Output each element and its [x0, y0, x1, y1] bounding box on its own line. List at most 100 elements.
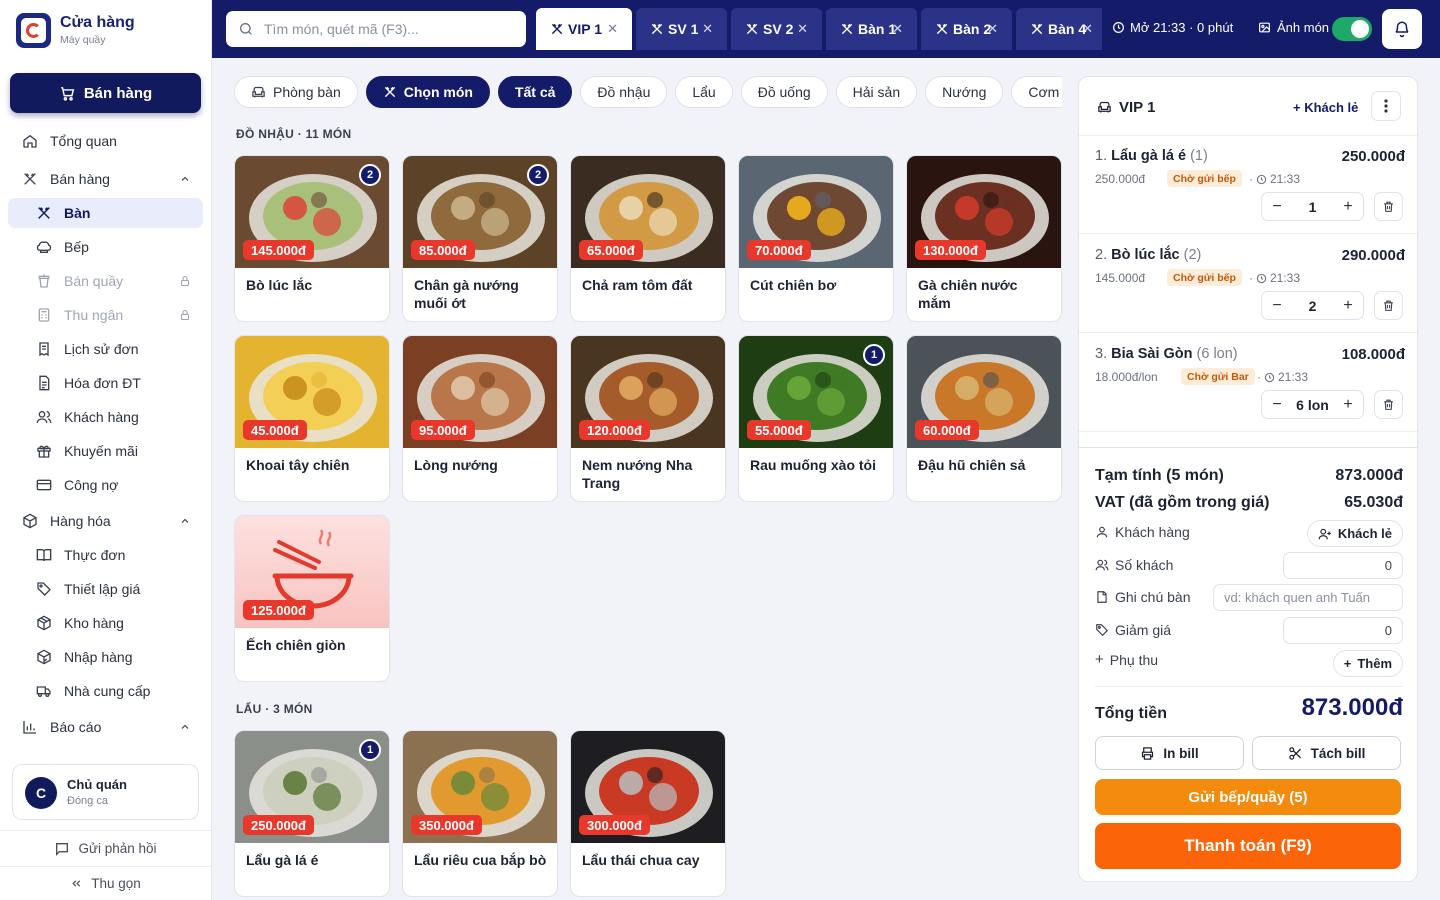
- dish-name: Lẩu riêu cua bắp bò: [414, 852, 547, 868]
- tab-sv-2[interactable]: SV 2 ✕: [731, 8, 822, 50]
- category-rice-noodles-chip[interactable]: Cơm · Mì ·: [1011, 76, 1062, 108]
- sell-button[interactable]: Bán hàng: [10, 73, 201, 113]
- print-bill-button[interactable]: In bill: [1095, 736, 1244, 770]
- chevron-up-icon: [179, 173, 191, 185]
- decrease-button[interactable]: −: [1262, 297, 1292, 315]
- more-options-icon[interactable]: [1371, 91, 1401, 121]
- menu-item-card[interactable]: 250.000đ 1 Lẩu gà lá é: [234, 730, 390, 897]
- split-label: Tách bill: [1310, 745, 1366, 761]
- sidebar-item-tables[interactable]: Bàn: [8, 198, 203, 228]
- add-surcharge-label: Thêm: [1357, 656, 1392, 671]
- menu-item-card[interactable]: 95.000đ Lòng nướng: [402, 335, 558, 502]
- sidebar-item-pricing[interactable]: Thiết lập giá: [8, 574, 203, 604]
- customer-select-button[interactable]: Khách lẻ: [1306, 520, 1403, 547]
- menu-item-card[interactable]: 45.000đ Khoai tây chiên: [234, 335, 390, 502]
- sidebar-item-stock-import[interactable]: Nhập hàng: [8, 642, 203, 672]
- utensils-icon: [384, 86, 395, 98]
- close-tab-icon[interactable]: ✕: [987, 21, 998, 37]
- sidebar-group-sales[interactable]: Bán hàng: [8, 164, 203, 194]
- tab-sv-1[interactable]: SV 1 ✕: [636, 8, 727, 50]
- sidebar-item-counter-sale[interactable]: Bán quầy: [8, 266, 203, 296]
- sidebar-group-goods[interactable]: Hàng hóa: [8, 506, 203, 536]
- walk-in-customer-link[interactable]: + Khách lẻ: [1293, 100, 1358, 115]
- order-item-list[interactable]: 1. Lẩu gà lá é (1) 250.000đ 250.000đ Chờ gử…: [1079, 135, 1417, 447]
- tab-vip-1[interactable]: VIP 1 ✕: [536, 8, 632, 50]
- quantity-stepper[interactable]: −2 +: [1261, 291, 1364, 320]
- category-seafood-chip[interactable]: Hải sản: [835, 76, 918, 108]
- credit-card-icon: [36, 477, 52, 493]
- user-card[interactable]: C Chủ quán Đóng ca: [12, 764, 199, 820]
- menu-item-card[interactable]: 130.000đ Gà chiên nước mắm: [906, 155, 1062, 322]
- sidebar-item-inventory[interactable]: Kho hàng: [8, 608, 203, 638]
- close-tab-icon[interactable]: ✕: [797, 21, 808, 37]
- divider: [1095, 686, 1403, 687]
- increase-button[interactable]: +: [1333, 198, 1363, 216]
- close-tab-icon[interactable]: ✕: [892, 21, 903, 37]
- quantity-stepper[interactable]: −6 lon +: [1261, 390, 1364, 419]
- sidebar-item-label: Hóa đơn ĐT: [64, 375, 141, 391]
- split-bill-button[interactable]: Tách bill: [1252, 736, 1401, 770]
- sidebar-item-customers[interactable]: Khách hàng: [8, 402, 203, 432]
- surcharge-row: + Phụ thu: [1095, 651, 1158, 668]
- choose-dish-chip[interactable]: Chọn món: [365, 76, 490, 108]
- sidebar-item-cashier[interactable]: Thu ngân: [8, 300, 203, 330]
- guest-count-input[interactable]: 0: [1283, 552, 1403, 579]
- sidebar-item-overview[interactable]: Tổng quan: [8, 126, 203, 156]
- decrease-button[interactable]: −: [1262, 396, 1292, 414]
- category-grilled-chip[interactable]: Nướng: [925, 76, 1004, 108]
- package-import-icon: [36, 649, 52, 665]
- discount-input[interactable]: 0: [1283, 617, 1403, 644]
- quantity-stepper[interactable]: −1 +: [1261, 192, 1364, 221]
- menu-item-card[interactable]: 85.000đ 2 Chân gà nướng muối ớt: [402, 155, 558, 322]
- tab-ban-4[interactable]: Bàn 4 ✕: [1016, 8, 1102, 50]
- notifications-button[interactable]: [1382, 9, 1422, 49]
- delete-item-button[interactable]: [1374, 291, 1403, 320]
- trash-icon: [1384, 201, 1393, 212]
- total-label: Tổng tiền: [1095, 705, 1167, 722]
- category-all-chip[interactable]: Tất cả: [497, 76, 573, 108]
- menu-item-card[interactable]: 125.000đ Ếch chiên giòn: [234, 515, 390, 682]
- menu-item-card[interactable]: 300.000đ Lẩu thái chua cay: [570, 730, 726, 897]
- search-input[interactable]: Tìm món, quét mã (F3)...: [226, 11, 526, 47]
- table-note-input[interactable]: vd: khách quen anh Tuấn: [1213, 584, 1403, 611]
- menu-item-card[interactable]: 120.000đ Nem nướng Nha Trang: [570, 335, 726, 502]
- close-tab-icon[interactable]: ✕: [607, 21, 618, 37]
- menu-item-card[interactable]: 60.000đ Đậu hũ chiên sả: [906, 335, 1062, 502]
- delete-item-button[interactable]: [1374, 390, 1403, 419]
- rooms-tables-chip[interactable]: Phòng bàn: [234, 76, 358, 108]
- tab-ban-2[interactable]: Bàn 2 ✕: [921, 8, 1012, 50]
- menu-item-card[interactable]: 350.000đ Lẩu riêu cua bắp bò: [402, 730, 558, 897]
- collapse-sidebar-button[interactable]: Thu gọn: [0, 866, 211, 900]
- menu-item-card[interactable]: 70.000đ Cút chiên bơ: [738, 155, 894, 322]
- menu-item-card[interactable]: 145.000đ 2 Bò lúc lắc: [234, 155, 390, 322]
- sidebar-item-promotions[interactable]: Khuyến mãi: [8, 436, 203, 466]
- sidebar-item-e-invoice[interactable]: Hóa đơn ĐT: [8, 368, 203, 398]
- sidebar-group-reports[interactable]: Báo cáo: [8, 712, 203, 742]
- lock-icon: [179, 309, 191, 321]
- sidebar-item-debts[interactable]: Công nợ: [8, 470, 203, 500]
- increase-button[interactable]: +: [1333, 396, 1363, 414]
- tab-ban-1[interactable]: Bàn 1 ✕: [826, 8, 917, 50]
- category-hotpot-chip[interactable]: Lẩu: [675, 76, 733, 108]
- sidebar-item-order-history[interactable]: Lịch sử đơn: [8, 334, 203, 364]
- send-to-kitchen-button[interactable]: Gửi bếp/quầy (5): [1095, 779, 1401, 815]
- close-tab-icon[interactable]: ✕: [1082, 21, 1093, 37]
- menu-item-card[interactable]: 65.000đ Chả ram tôm đất: [570, 155, 726, 322]
- category-drinking-snacks-chip[interactable]: Đồ nhậu: [580, 76, 668, 108]
- photo-toggle[interactable]: [1332, 17, 1372, 41]
- add-surcharge-button[interactable]: + Thêm: [1332, 650, 1403, 677]
- note-row: Ghi chú bàn: [1095, 589, 1191, 605]
- close-tab-icon[interactable]: ✕: [702, 21, 713, 37]
- feedback-button[interactable]: Gửi phản hồi: [0, 830, 211, 866]
- sidebar-item-menu[interactable]: Thực đơn: [8, 540, 203, 570]
- sidebar-item-kitchen[interactable]: Bếp: [8, 232, 203, 262]
- delete-item-button[interactable]: [1374, 192, 1403, 221]
- category-drinks-chip[interactable]: Đồ uống: [740, 76, 828, 108]
- order-item-name: 1. Lẩu gà lá é (1): [1095, 148, 1208, 164]
- checkout-button[interactable]: Thanh toán (F9): [1095, 823, 1401, 869]
- menu-item-card[interactable]: 55.000đ 1 Rau muống xào tỏi: [738, 335, 894, 502]
- sidebar-item-suppliers[interactable]: Nhà cung cấp: [8, 676, 203, 706]
- decrease-button[interactable]: −: [1262, 198, 1292, 216]
- calculator-icon: [36, 307, 52, 323]
- increase-button[interactable]: +: [1333, 297, 1363, 315]
